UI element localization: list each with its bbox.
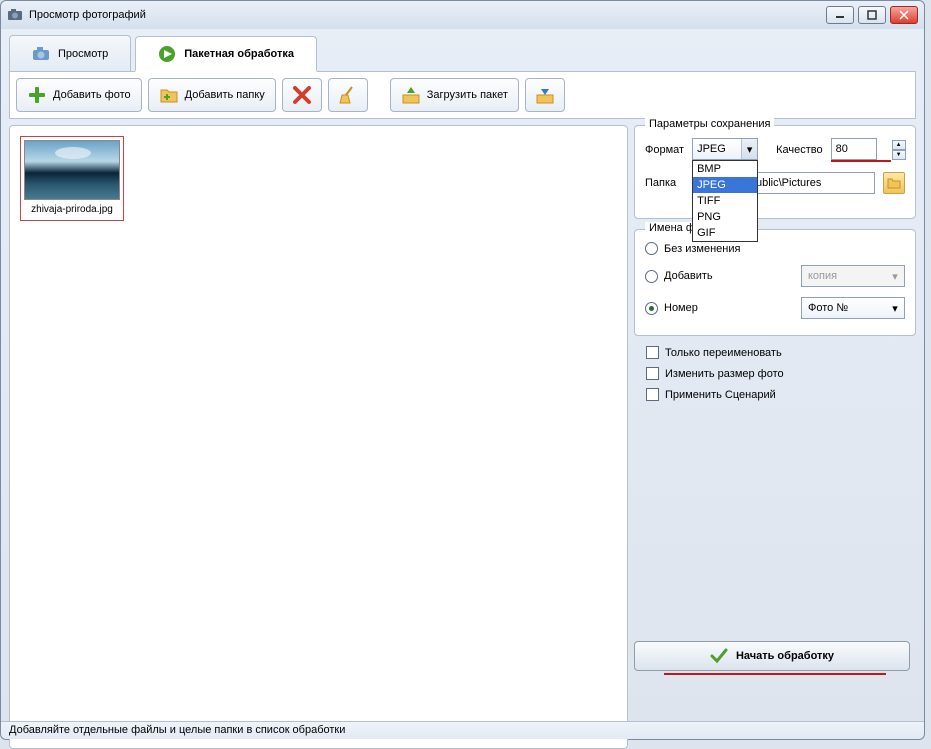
- tab-view-label: Просмотр: [58, 48, 108, 60]
- red-underline: [831, 160, 891, 162]
- chevron-down-icon: ▾: [886, 298, 904, 318]
- quality-label: Качество: [776, 144, 823, 156]
- plus-green-icon: [27, 85, 47, 105]
- radio-no-change[interactable]: [645, 242, 658, 255]
- close-button[interactable]: [890, 6, 918, 24]
- camera-icon: [32, 45, 50, 63]
- upload-icon: [401, 85, 421, 105]
- format-dropdown[interactable]: BMP JPEG TIFF PNG GIF: [692, 160, 758, 242]
- format-opt-bmp[interactable]: BMP: [693, 161, 757, 177]
- thumbnail-image: [24, 140, 120, 200]
- checkbox-resize[interactable]: [646, 367, 659, 380]
- folder-value: ublic\Pictures: [756, 177, 821, 189]
- chevron-down-icon: ▾: [886, 266, 904, 286]
- chevron-down-icon: ▾: [741, 139, 757, 159]
- spin-down-button[interactable]: ▼: [892, 150, 906, 160]
- format-combo[interactable]: JPEG ▾ BMP JPEG TIFF PNG GIF: [692, 138, 758, 162]
- add-photo-label: Добавить фото: [53, 89, 131, 101]
- broom-icon: [338, 85, 358, 105]
- add-photo-button[interactable]: Добавить фото: [16, 78, 142, 112]
- toolbar: Добавить фото Добавить папку Загрузить п…: [9, 71, 916, 119]
- statusbar-text: Добавляйте отдельные файлы и целые папки…: [9, 724, 345, 736]
- add-folder-button[interactable]: Добавить папку: [148, 78, 276, 112]
- window-title: Просмотр фотографий: [29, 9, 826, 21]
- radio-add[interactable]: [645, 270, 658, 283]
- add-label: Добавить: [664, 270, 713, 282]
- no-change-label: Без изменения: [664, 243, 740, 255]
- tab-view[interactable]: Просмотр: [9, 35, 131, 71]
- format-opt-png[interactable]: PNG: [693, 209, 757, 225]
- start-label: Начать обработку: [736, 650, 834, 662]
- upload-pack-button[interactable]: Загрузить пакет: [390, 78, 519, 112]
- browse-folder-button[interactable]: [883, 172, 905, 194]
- folder-label: Папка: [645, 177, 699, 189]
- tab-bar: Просмотр Пакетная обработка: [1, 29, 924, 71]
- delete-button[interactable]: [282, 78, 322, 112]
- spin-up-button[interactable]: ▲: [892, 140, 906, 150]
- suffix-value: копия: [808, 270, 837, 282]
- radio-number[interactable]: [645, 302, 658, 315]
- play-icon: [158, 45, 176, 63]
- format-opt-tiff[interactable]: TIFF: [693, 193, 757, 209]
- format-label: Формат: [645, 144, 684, 156]
- app-icon: [7, 7, 23, 23]
- quality-spinner[interactable]: ▲ ▼: [831, 138, 906, 162]
- scenario-label: Применить Сценарий: [665, 389, 776, 401]
- minimize-button[interactable]: [826, 6, 854, 24]
- folder-plus-icon: [159, 85, 179, 105]
- checkbox-scenario[interactable]: [646, 388, 659, 401]
- resize-label: Изменить размер фото: [665, 368, 784, 380]
- folder-icon: [887, 176, 901, 190]
- tab-batch-label: Пакетная обработка: [184, 48, 294, 60]
- folder-input[interactable]: ublic\Pictures: [751, 172, 875, 194]
- format-value: JPEG: [693, 143, 741, 155]
- delete-x-icon: [292, 85, 312, 105]
- start-processing-button[interactable]: Начать обработку: [634, 641, 910, 671]
- number-label: Номер: [664, 302, 698, 314]
- save-params-group: Параметры сохранения Формат JPEG ▾ BMP: [634, 125, 916, 219]
- statusbar: Добавляйте отдельные файлы и целые папки…: [1, 721, 924, 739]
- tab-batch[interactable]: Пакетная обработка: [135, 36, 317, 72]
- suffix-select[interactable]: копия ▾: [801, 265, 905, 287]
- quality-input[interactable]: [831, 138, 877, 160]
- thumbnail-item[interactable]: zhivaja-priroda.jpg: [20, 136, 124, 221]
- format-opt-gif[interactable]: GIF: [693, 225, 757, 241]
- red-underline: [664, 673, 886, 675]
- maximize-button[interactable]: [858, 6, 886, 24]
- titlebar: Просмотр фотографий: [1, 1, 924, 29]
- settings-pane: Параметры сохранения Формат JPEG ▾ BMP: [634, 125, 916, 749]
- rename-only-label: Только переименовать: [665, 347, 782, 359]
- clear-button[interactable]: [328, 78, 368, 112]
- save-params-title: Параметры сохранения: [645, 118, 774, 130]
- check-icon: [710, 647, 728, 665]
- format-opt-jpeg[interactable]: JPEG: [693, 177, 757, 193]
- download-icon: [535, 85, 555, 105]
- filenames-group: Имена файлов Без изменения Добавить копи…: [634, 229, 916, 336]
- download-button[interactable]: [525, 78, 565, 112]
- template-value: Фото №: [808, 302, 848, 314]
- file-list-pane[interactable]: zhivaja-priroda.jpg: [9, 125, 628, 749]
- add-folder-label: Добавить папку: [185, 89, 265, 101]
- thumbnail-filename: zhivaja-priroda.jpg: [24, 204, 120, 217]
- checkbox-rename-only[interactable]: [646, 346, 659, 359]
- upload-pack-label: Загрузить пакет: [427, 89, 508, 101]
- template-select[interactable]: Фото № ▾: [801, 297, 905, 319]
